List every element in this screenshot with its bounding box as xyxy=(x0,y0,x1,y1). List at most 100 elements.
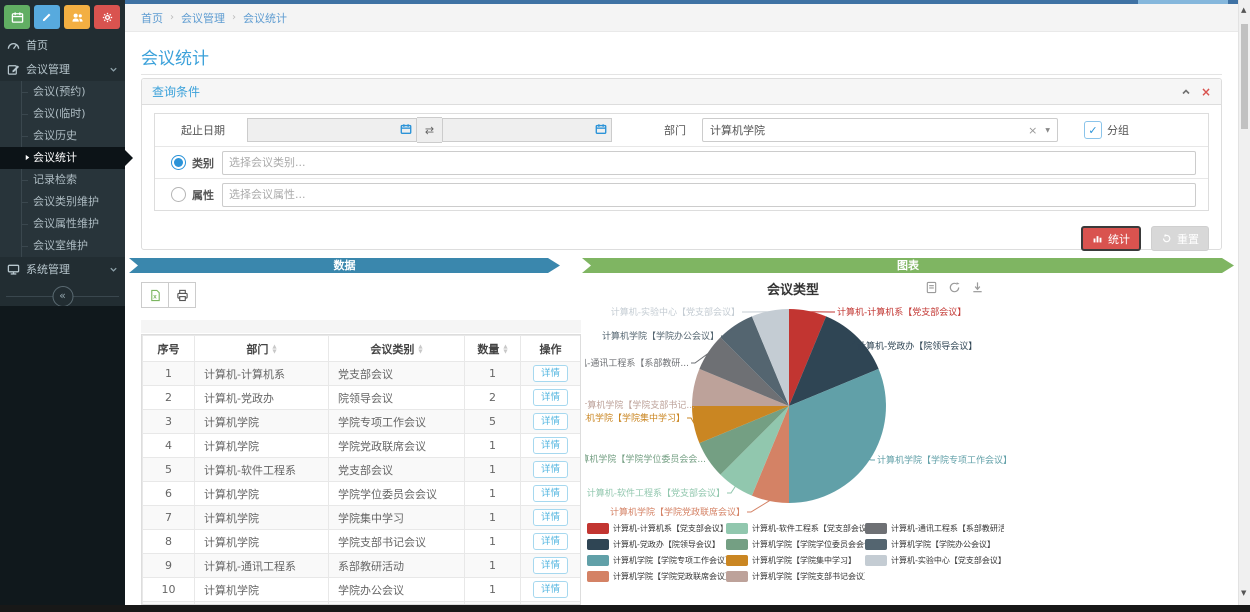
cell-department: 计算机学院 xyxy=(195,506,329,530)
sort-icon[interactable]: ▲▼ xyxy=(503,345,507,354)
edit-shortcut-button[interactable] xyxy=(34,5,60,29)
export-excel-button[interactable]: x xyxy=(141,282,169,308)
legend-item[interactable]: 计算机学院【学院党政联席会议】 xyxy=(587,571,726,582)
legend-item[interactable]: 计算机学院【学院办公会议】 xyxy=(865,539,1004,550)
sidebar-collapse-row: « xyxy=(0,285,125,307)
sidebar-item-system-mgmt[interactable]: 系统管理 xyxy=(0,257,125,281)
cell-category: 党支部会议 xyxy=(329,362,465,386)
legend-item[interactable]: 计算机学院【学院学位委员会会议】 xyxy=(726,539,865,550)
calendar-icon[interactable] xyxy=(400,123,412,135)
breadcrumb-item[interactable]: 首页 xyxy=(141,10,163,26)
detail-button[interactable]: 详情 xyxy=(533,437,568,454)
calendar-shortcut-button[interactable] xyxy=(4,5,30,29)
detail-button[interactable]: 详情 xyxy=(533,533,568,550)
pie-label: 计算机学院【学院办公会议】 xyxy=(602,330,719,342)
calendar-icon[interactable] xyxy=(595,123,607,135)
sidebar-collapse-button[interactable]: « xyxy=(52,286,73,307)
breadcrumb-item[interactable]: 会议管理 xyxy=(181,10,225,26)
sidebar-subitem-label: 会议类别维护 xyxy=(33,195,99,208)
start-date-input[interactable] xyxy=(247,118,417,142)
scrollbar-thumb[interactable] xyxy=(1241,24,1248,129)
panel-close-icon[interactable]: × xyxy=(1201,87,1211,97)
col-header-label: 操作 xyxy=(540,343,562,356)
col-header-label: 部门 xyxy=(246,343,268,356)
sidebar-footer xyxy=(0,306,125,605)
table-row: 1计算机-计算机系党支部会议1详情 xyxy=(143,362,581,386)
end-date-field[interactable] xyxy=(443,119,581,139)
undo-icon xyxy=(1161,233,1172,244)
cell-index: 1 xyxy=(143,362,195,386)
legend-item[interactable]: 计算机学院【学院集中学习】 xyxy=(726,555,865,566)
pie-label: 计算机学院【学院集中学习】 xyxy=(585,412,685,424)
detail-button[interactable]: 详情 xyxy=(533,557,568,574)
legend-item[interactable]: 计算机-党政办【院领导会议】 xyxy=(587,539,726,550)
checkbox-box[interactable]: ✓ xyxy=(1084,121,1102,139)
sidebar-item-room-maint[interactable]: 会议室维护 xyxy=(0,235,125,257)
select-clear-icon[interactable]: × xyxy=(1028,124,1037,137)
legend-item[interactable]: 计算机-通讯工程系【系部教研活动】 xyxy=(865,523,1004,534)
data-section-ribbon: 数据 xyxy=(129,258,560,273)
sort-icon[interactable]: ▲▼ xyxy=(418,345,422,354)
category-radio[interactable] xyxy=(171,155,186,170)
chevron-down-icon xyxy=(109,65,118,74)
reset-button[interactable]: 重置 xyxy=(1151,226,1209,251)
cell-actions: 详情 xyxy=(521,458,581,482)
legend-item[interactable]: 计算机学院【学院专项工作会议】 xyxy=(587,555,726,566)
category-input[interactable] xyxy=(222,151,1196,175)
cell-actions: 详情 xyxy=(521,578,581,602)
legend-chip xyxy=(726,555,748,566)
department-select-value: 计算机学院 xyxy=(710,122,765,138)
users-shortcut-button[interactable] xyxy=(64,5,90,29)
col-header-category[interactable]: 会议类别▲▼ xyxy=(329,336,465,362)
scrollbar-down-arrow[interactable]: ▼ xyxy=(1241,589,1246,597)
table-row: 9计算机-通讯工程系系部教研活动1详情 xyxy=(143,554,581,578)
breadcrumb: 首页›会议管理›会议统计 xyxy=(125,4,1238,32)
legend-item[interactable]: 计算机学院【学院支部书记会议】 xyxy=(726,571,865,582)
attribute-radio[interactable] xyxy=(171,187,186,202)
sidebar-item-meeting-temp[interactable]: 会议(临时) xyxy=(0,103,125,125)
statistics-button[interactable]: 统计 xyxy=(1081,226,1141,251)
group-checkbox[interactable]: ✓ 分组 xyxy=(1084,121,1129,139)
department-select[interactable]: 计算机学院 × ▼ xyxy=(702,118,1058,142)
legend-item[interactable]: 计算机-实验中心【党支部会议】 xyxy=(865,555,1004,566)
page-scrollbar[interactable]: ▲ ▼ xyxy=(1238,0,1250,605)
sort-icon[interactable]: ▲▼ xyxy=(272,345,276,354)
sidebar-item-attribute-maint[interactable]: 会议属性维护 xyxy=(0,213,125,235)
end-date-input[interactable] xyxy=(442,118,612,142)
legend-label: 计算机-党政办【院领导会议】 xyxy=(613,539,720,550)
sidebar-item-meeting-mgmt[interactable]: 会议管理 xyxy=(0,57,125,81)
detail-button[interactable]: 详情 xyxy=(533,413,568,430)
cell-department: 计算机-软件工程系 xyxy=(195,458,329,482)
detail-button[interactable]: 详情 xyxy=(533,581,568,598)
print-button[interactable] xyxy=(168,282,196,308)
detail-button[interactable]: 详情 xyxy=(533,509,568,526)
detail-button[interactable]: 详情 xyxy=(533,461,568,478)
users-icon xyxy=(71,11,84,24)
sidebar-item-meeting-stats[interactable]: 会议统计 xyxy=(0,147,125,169)
pie-label: 计算机学院【学院学位委员会会... xyxy=(585,453,706,465)
sidebar-item-meeting-reserve[interactable]: 会议(预约) xyxy=(0,81,125,103)
legend-chip xyxy=(587,571,609,582)
pie-label-line xyxy=(747,500,770,512)
pie-chart: 计算机-计算机系【党支部会议】计算机-党政办【院领导会议】计算机学院【学院专项工… xyxy=(585,292,1233,522)
sidebar-item-record-search[interactable]: 记录检索 xyxy=(0,169,125,191)
sidebar-item-category-maint[interactable]: 会议类别维护 xyxy=(0,191,125,213)
scrollbar-up-arrow[interactable]: ▲ xyxy=(1241,6,1246,14)
legend-chip xyxy=(865,555,887,566)
detail-button[interactable]: 详情 xyxy=(533,485,568,502)
col-header-count[interactable]: 数量▲▼ xyxy=(465,336,521,362)
col-header-department[interactable]: 部门 ▲▼ xyxy=(195,336,329,362)
panel-collapse-icon[interactable] xyxy=(1181,87,1191,97)
legend-item[interactable]: 计算机-计算机系【党支部会议】 xyxy=(587,523,726,534)
sidebar-item-meeting-history[interactable]: 会议历史 xyxy=(0,125,125,147)
settings-shortcut-button[interactable] xyxy=(94,5,120,29)
start-date-field[interactable] xyxy=(248,119,386,139)
legend-chip xyxy=(587,555,609,566)
cell-count: 1 xyxy=(465,554,521,578)
legend-item[interactable]: 计算机-软件工程系【党支部会议】 xyxy=(726,523,865,534)
detail-button[interactable]: 详情 xyxy=(533,389,568,406)
cell-index: 2 xyxy=(143,386,195,410)
attribute-input[interactable] xyxy=(222,183,1196,207)
sidebar-item-home[interactable]: 首页 xyxy=(0,33,125,57)
detail-button[interactable]: 详情 xyxy=(533,365,568,382)
